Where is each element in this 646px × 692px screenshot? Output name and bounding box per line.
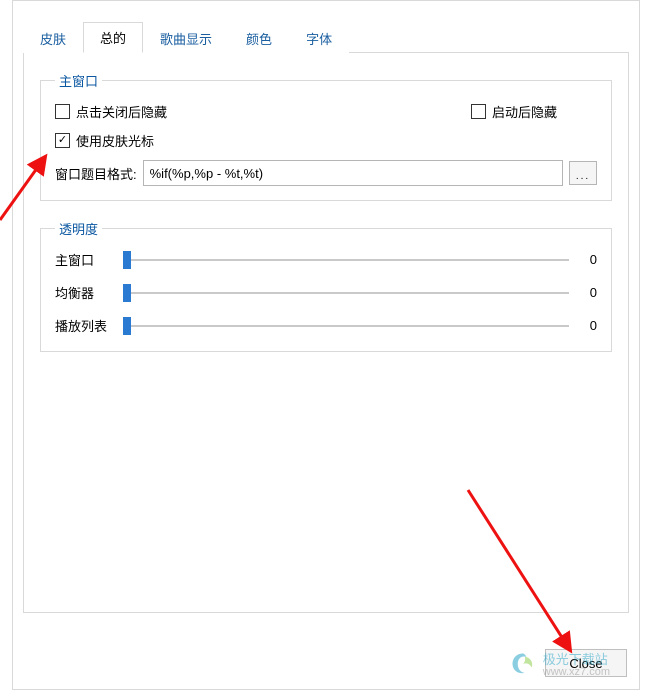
slider-playlist-value: 0 [579,318,597,333]
slider-main[interactable] [123,251,569,269]
slider-row-eq: 均衡器 0 [55,283,597,302]
tab-general[interactable]: 总的 [83,22,143,53]
title-format-more-button[interactable]: ... [569,161,597,185]
slider-main-value: 0 [579,252,597,267]
checkbox-start-hidden[interactable]: 启动后隐藏 [471,102,557,121]
slider-eq[interactable] [123,284,569,302]
group-main-window: 主窗口 点击关闭后隐藏 启动后隐藏 使用皮肤光标 [40,71,612,201]
checkbox-start-hidden-label: 启动后隐藏 [492,102,557,121]
checkbox-use-skin-cursor-label: 使用皮肤光标 [76,131,154,150]
close-button[interactable]: Close [545,649,627,677]
checkbox-use-skin-cursor-box [55,133,70,148]
slider-playlist-thumb[interactable] [123,317,131,335]
group-opacity: 透明度 主窗口 0 均衡器 0 [40,219,612,352]
slider-eq-thumb[interactable] [123,284,131,302]
slider-eq-label: 均衡器 [55,283,113,302]
group-main-window-legend: 主窗口 [55,71,102,90]
title-format-label: 窗口题目格式: [55,164,137,183]
tab-font[interactable]: 字体 [289,22,349,53]
checkbox-close-hide[interactable]: 点击关闭后隐藏 [55,102,167,121]
slider-row-main: 主窗口 0 [55,250,597,269]
settings-window: 皮肤 总的 歌曲显示 颜色 字体 主窗口 点击关闭后隐藏 启动后隐藏 [12,0,640,690]
title-format-input[interactable] [143,160,563,186]
slider-main-thumb[interactable] [123,251,131,269]
slider-main-label: 主窗口 [55,250,113,269]
tab-color[interactable]: 颜色 [229,22,289,53]
tab-skin[interactable]: 皮肤 [23,22,83,53]
checkbox-close-hide-label: 点击关闭后隐藏 [76,102,167,121]
checkbox-start-hidden-box [471,104,486,119]
checkbox-use-skin-cursor[interactable]: 使用皮肤光标 [55,131,154,150]
tab-bar: 皮肤 总的 歌曲显示 颜色 字体 [23,21,629,53]
tab-song-display[interactable]: 歌曲显示 [143,22,229,53]
checkbox-close-hide-box [55,104,70,119]
slider-eq-value: 0 [579,285,597,300]
slider-row-playlist: 播放列表 0 [55,316,597,335]
tab-panel-general: 主窗口 点击关闭后隐藏 启动后隐藏 使用皮肤光标 [23,53,629,613]
slider-playlist[interactable] [123,317,569,335]
group-opacity-legend: 透明度 [55,219,102,238]
slider-playlist-label: 播放列表 [55,316,113,335]
